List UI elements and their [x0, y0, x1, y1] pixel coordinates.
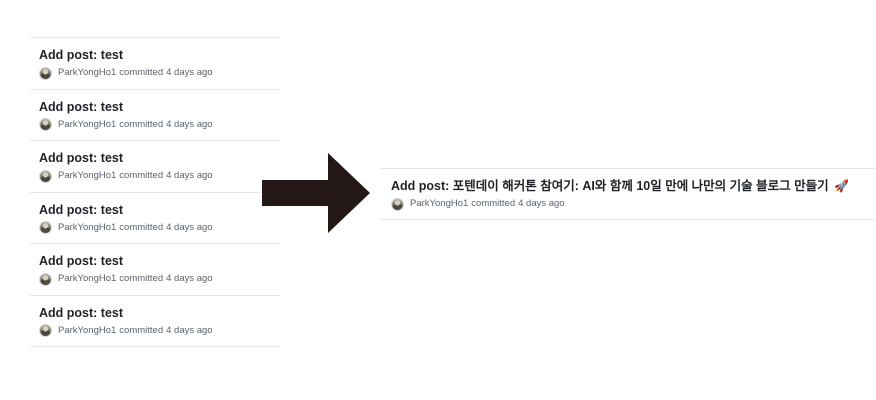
commit-title-link[interactable]: Add post: test — [39, 150, 280, 166]
commit-row: Add post: test ParkYongHo1 committed 4 d… — [30, 296, 280, 347]
commit-title-link[interactable]: Add post: test — [39, 99, 280, 115]
commit-meta: ParkYongHo1 committed 4 days ago — [39, 324, 280, 338]
commit-time: 4 days ago — [518, 198, 565, 209]
commit-action: committed — [471, 198, 516, 209]
commit-time: 4 days ago — [166, 324, 213, 336]
commit-time: 4 days ago — [166, 67, 213, 78]
commit-action: committed — [119, 170, 164, 181]
commit-action: committed — [119, 118, 164, 130]
commit-row: Add post: test ParkYongHo1 committed 4 d… — [30, 244, 280, 296]
commit-meta: ParkYongHo1 committed 4 days ago — [39, 272, 280, 286]
commit-meta: ParkYongHo1 committed 4 days ago — [39, 66, 280, 80]
commit-author-link[interactable]: ParkYongHo1 — [58, 66, 116, 80]
commit-title-link[interactable]: Add post: 포텐데이 해커톤 참여기: AI와 함께 10일 만에 나만… — [391, 178, 876, 194]
commit-action: committed — [119, 67, 164, 78]
commit-title-link[interactable]: Add post: test — [39, 305, 280, 321]
commit-author-link[interactable]: ParkYongHo1 — [58, 272, 116, 286]
commit-row: Add post: test ParkYongHo1 committed 4 d… — [30, 90, 280, 141]
commit-author-link[interactable]: ParkYongHo1 — [58, 221, 116, 235]
commit-meta: ParkYongHo1 committed 4 days ago — [391, 197, 876, 211]
commit-author-link[interactable]: ParkYongHo1 — [410, 197, 468, 211]
commit-title-link[interactable]: Add post: test — [39, 202, 280, 218]
commit-row: Add post: test ParkYongHo1 committed 4 d… — [30, 141, 280, 193]
commit-row-after: Add post: 포텐데이 해커톤 참여기: AI와 함께 10일 만에 나만… — [380, 168, 876, 220]
avatar[interactable] — [39, 169, 52, 183]
avatar[interactable] — [39, 66, 52, 80]
avatar[interactable] — [391, 197, 404, 211]
avatar[interactable] — [39, 324, 52, 337]
commit-title-link[interactable]: Add post: test — [39, 253, 280, 269]
right-arrow-icon — [262, 153, 370, 233]
commit-row: Add post: test ParkYongHo1 committed 4 d… — [30, 38, 280, 90]
commit-meta: ParkYongHo1 committed 4 days ago — [39, 169, 280, 183]
commit-list-before: Add post: test ParkYongHo1 committed 4 d… — [30, 37, 280, 347]
arrow-shape — [262, 153, 370, 233]
avatar[interactable] — [39, 272, 52, 286]
commit-meta: ParkYongHo1 committed 4 days ago — [39, 221, 280, 235]
commit-meta: ParkYongHo1 committed 4 days ago — [39, 118, 280, 132]
commit-title-link[interactable]: Add post: test — [39, 47, 280, 63]
commit-row: Add post: test ParkYongHo1 committed 4 d… — [30, 193, 280, 244]
commit-action: committed — [119, 221, 164, 233]
commit-time: 4 days ago — [166, 170, 213, 181]
rocket-icon: 🚀 — [834, 179, 850, 193]
commit-author-link[interactable]: ParkYongHo1 — [58, 324, 116, 338]
avatar[interactable] — [39, 221, 52, 234]
avatar[interactable] — [39, 118, 52, 131]
commit-time: 4 days ago — [166, 118, 213, 130]
commit-action: committed — [119, 273, 164, 284]
commit-time: 4 days ago — [166, 273, 213, 284]
commit-title-text: Add post: 포텐데이 해커톤 참여기: AI와 함께 10일 만에 나만… — [391, 179, 829, 193]
commit-author-link[interactable]: ParkYongHo1 — [58, 118, 116, 132]
commit-action: committed — [119, 324, 164, 336]
commit-time: 4 days ago — [166, 221, 213, 233]
commit-author-link[interactable]: ParkYongHo1 — [58, 169, 116, 183]
